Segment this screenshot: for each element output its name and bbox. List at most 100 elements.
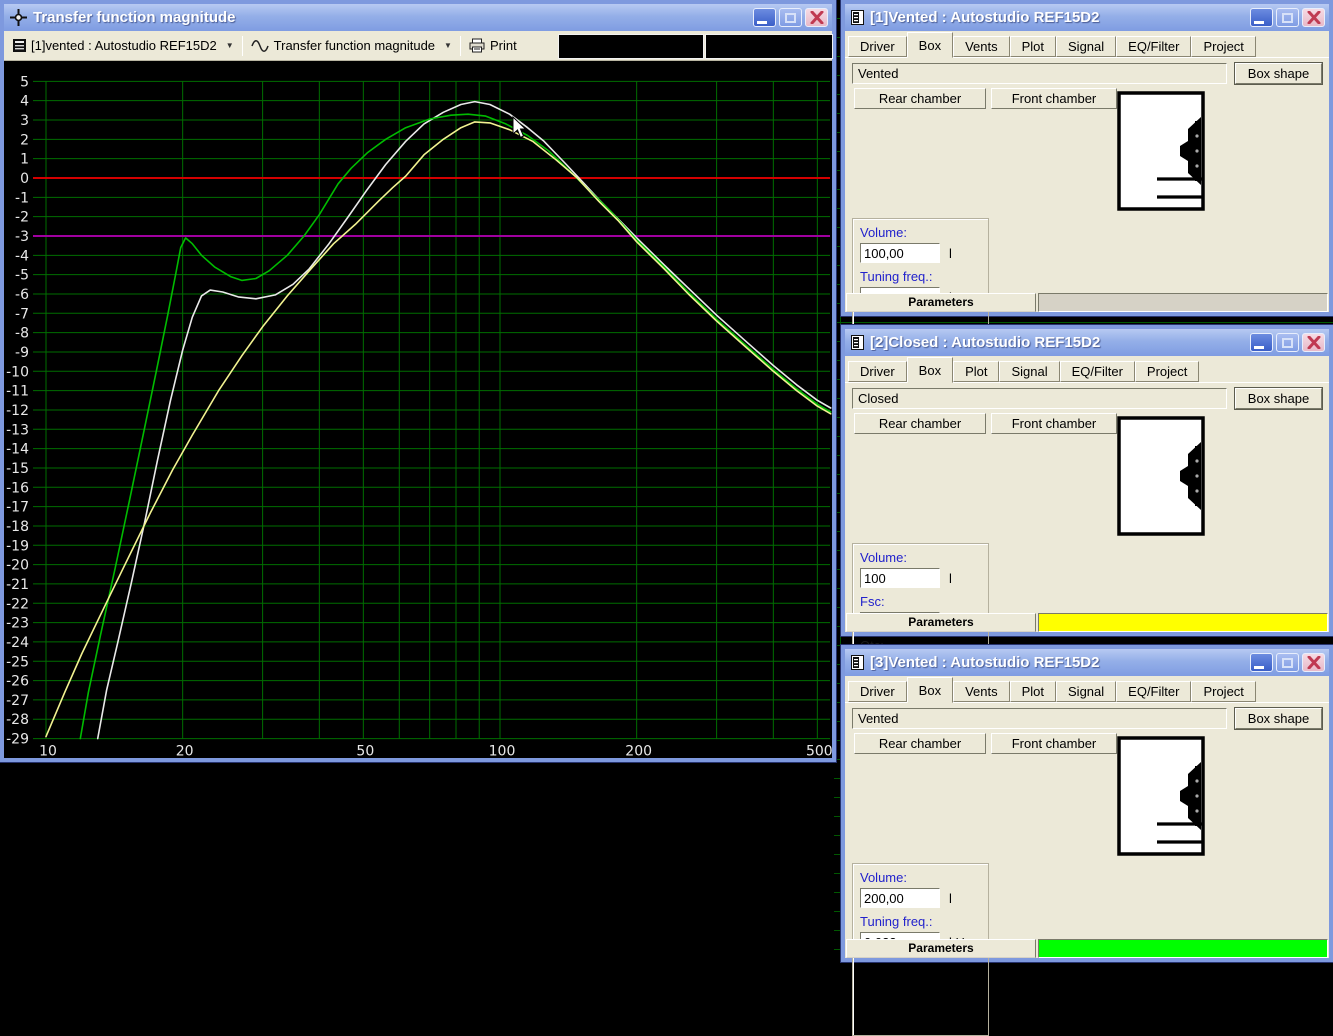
box-diagram: [1117, 416, 1205, 536]
maximize-button[interactable]: [1276, 333, 1299, 352]
box-shape-button[interactable]: Box shape: [1235, 63, 1322, 84]
field-input[interactable]: [860, 568, 940, 588]
y-axis-tick-label: -13: [6, 422, 29, 438]
maximize-button[interactable]: [779, 8, 802, 27]
transfer-function-chart[interactable]: 543210-1-2-3-4-5-6-7-8-9-10-11-12-13-14-…: [4, 62, 832, 758]
minimize-button[interactable]: [1250, 8, 1273, 27]
window-titlebar[interactable]: [2]Closed : Autostudio REF15D2: [845, 329, 1329, 356]
tab-vents[interactable]: Vents: [953, 681, 1010, 702]
x-axis-tick-label: 500: [806, 744, 832, 758]
y-axis-tick-label: -8: [15, 326, 29, 342]
status-strip: [1038, 939, 1328, 958]
y-axis-tick-label: -10: [6, 364, 29, 380]
y-axis-tick-label: -19: [6, 538, 29, 554]
tab-project[interactable]: Project: [1134, 361, 1200, 382]
tab-signal[interactable]: Signal: [1056, 36, 1117, 57]
plot-area[interactable]: 5 4 3 2 1 0 -1 -2 -3 -4 -5 -6 -7 -8 -9 -10 -11 -12 -13 -14-…: [4, 62, 832, 758]
front-chamber-button[interactable]: Front chamber: [991, 413, 1117, 434]
tab-signal[interactable]: Signal: [999, 361, 1060, 382]
maximize-button[interactable]: [1276, 8, 1299, 27]
rear-chamber-button[interactable]: Rear chamber: [854, 413, 986, 434]
tab-driver[interactable]: Driver: [848, 361, 907, 382]
tab-plot[interactable]: Plot: [953, 361, 1000, 382]
tab-driver[interactable]: Driver: [848, 681, 907, 702]
front-chamber-button[interactable]: Front chamber: [991, 88, 1117, 109]
project-selector-dropdown[interactable]: [1]vented : Autostudio REF15D2 ▼: [8, 34, 239, 58]
document-icon: [851, 655, 864, 670]
x-axis-tick-label: 10: [39, 744, 57, 758]
chevron-down-icon: ▼: [444, 41, 452, 50]
close-icon[interactable]: [1302, 8, 1325, 27]
minimize-button[interactable]: [1250, 333, 1273, 352]
window-title: [2]Closed : Autostudio REF15D2: [870, 334, 1101, 351]
box-shape-button[interactable]: Box shape: [1235, 708, 1322, 729]
print-label: Print: [489, 38, 517, 53]
front-chamber-button[interactable]: Front chamber: [991, 733, 1117, 754]
field-label: Tuning freq.:: [860, 269, 933, 284]
crosshair-icon: [10, 9, 27, 26]
sine-wave-icon: [250, 39, 269, 52]
rear-chamber-button[interactable]: Rear chamber: [854, 733, 986, 754]
status-strip: [1038, 293, 1328, 312]
window-titlebar[interactable]: [3]Vented : Autostudio REF15D2: [845, 649, 1329, 676]
y-axis-tick-label: -15: [6, 461, 29, 477]
tab-signal[interactable]: Signal: [1056, 681, 1117, 702]
tab-plot[interactable]: Plot: [1009, 681, 1057, 702]
maximize-button[interactable]: [1276, 653, 1299, 672]
tab-eq-filter[interactable]: EQ/Filter: [1116, 681, 1192, 702]
box-type-field[interactable]: Vented: [852, 708, 1227, 729]
close-icon[interactable]: [805, 8, 828, 27]
print-button[interactable]: Print: [464, 34, 522, 58]
tab-plot[interactable]: Plot: [1009, 36, 1057, 57]
field-label: Volume:: [860, 550, 907, 565]
y-axis-tick-label: -3: [15, 229, 29, 245]
box-shape-button[interactable]: Box shape: [1235, 388, 1322, 409]
close-icon[interactable]: [1302, 653, 1325, 672]
minimize-button[interactable]: [753, 8, 776, 27]
rear-chamber-button[interactable]: Rear chamber: [854, 88, 986, 109]
field-input[interactable]: [860, 888, 940, 908]
document-icon: [851, 10, 864, 25]
window-titlebar[interactable]: [1]Vented : Autostudio REF15D2: [845, 4, 1329, 31]
y-axis-tick-label: 5: [20, 74, 29, 90]
close-icon[interactable]: [1302, 333, 1325, 352]
y-axis-tick-label: -27: [6, 693, 29, 709]
field-label: Fsc:: [860, 594, 885, 609]
field-unit: l: [949, 571, 952, 586]
y-axis-tick-label: -1: [15, 190, 29, 206]
window-icon: [13, 39, 26, 52]
tab-eq-filter[interactable]: EQ/Filter: [1116, 36, 1192, 57]
tab-box[interactable]: Box: [906, 677, 954, 703]
tab-vents[interactable]: Vents: [953, 36, 1010, 57]
tab-box[interactable]: Box: [906, 357, 954, 383]
box-diagram: [1117, 91, 1205, 211]
y-axis-tick-label: -22: [6, 596, 29, 612]
x-axis-tick-label: 20: [176, 744, 194, 758]
status-strip: [1038, 613, 1328, 632]
y-axis-tick-label: -16: [6, 480, 29, 496]
tab-box[interactable]: Box: [906, 32, 954, 58]
plot-type-dropdown[interactable]: Transfer function magnitude ▼: [246, 34, 457, 58]
advanced-link[interactable]: Advanced->: [881, 1011, 951, 1026]
box-diagram: [1117, 736, 1205, 856]
parameters-tab[interactable]: Parameters: [846, 613, 1036, 632]
parameters-tab[interactable]: Parameters: [846, 293, 1036, 312]
plot-type-value: Transfer function magnitude: [273, 38, 436, 53]
tab-project[interactable]: Project: [1191, 681, 1256, 702]
tab-eq-filter[interactable]: EQ/Filter: [1059, 361, 1135, 382]
x-axis-tick-label: 100: [489, 744, 516, 758]
plot-window-titlebar[interactable]: Transfer function magnitude: [4, 4, 832, 31]
y-axis-tick-label: -23: [6, 616, 29, 632]
y-axis-tick-label: 1: [20, 152, 29, 168]
tab-project[interactable]: Project: [1191, 36, 1256, 57]
y-axis-tick-label: 0: [20, 171, 29, 187]
parameters-tab[interactable]: Parameters: [846, 939, 1036, 958]
box-type-field[interactable]: Vented: [852, 63, 1227, 84]
y-axis-tick-label: -17: [6, 500, 29, 516]
box-type-field[interactable]: Closed: [852, 388, 1227, 409]
field-input[interactable]: [860, 243, 940, 263]
minimize-button[interactable]: [1250, 653, 1273, 672]
field-label: Volume:: [860, 870, 907, 885]
tab-driver[interactable]: Driver: [848, 36, 907, 57]
y-axis-tick-label: -12: [6, 403, 29, 419]
